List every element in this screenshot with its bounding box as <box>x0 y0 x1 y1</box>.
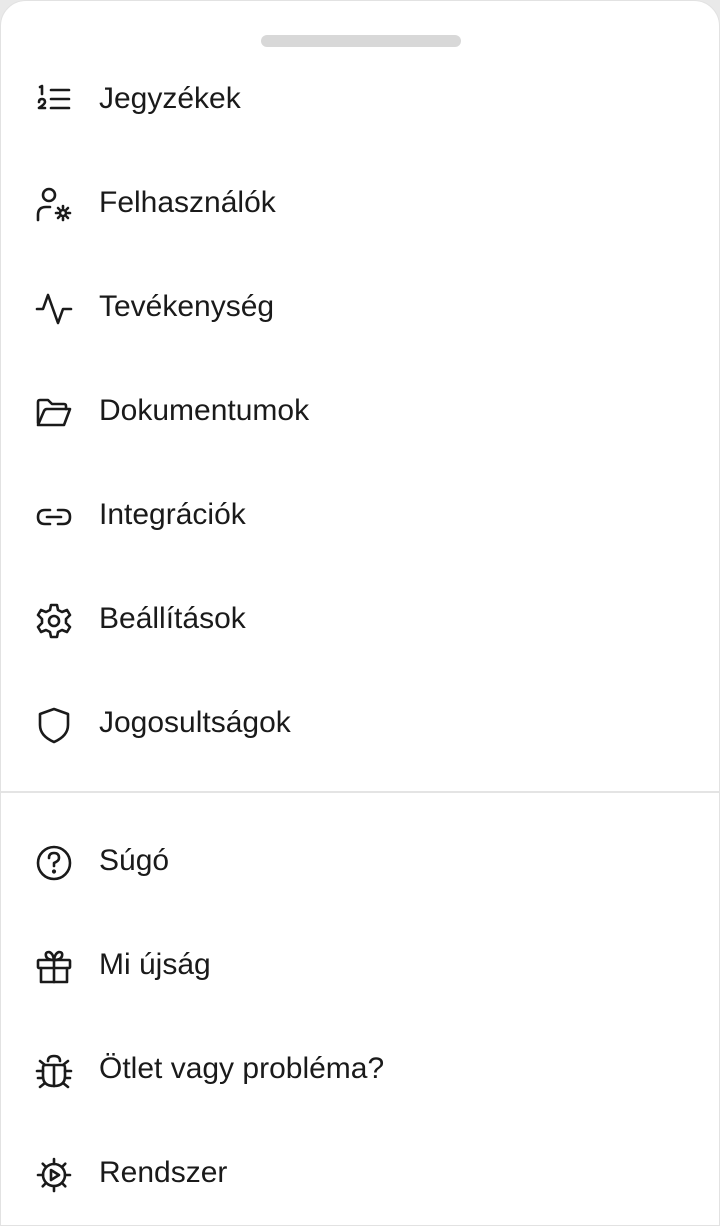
menu-item-label: Rendszer <box>99 1156 228 1189</box>
menu-item-tevekenyseg[interactable]: Tevékenység <box>1 255 719 359</box>
menu-item-mi-ujsag[interactable]: Mi újság <box>1 913 719 1017</box>
help-circle-icon <box>34 843 74 883</box>
numbered-list-icon <box>34 81 74 121</box>
menu-item-label: Jegyzékek <box>99 82 241 115</box>
menu-item-sugo[interactable]: Súgó <box>1 809 719 913</box>
menu-item-rendszer[interactable]: Rendszer <box>1 1121 719 1225</box>
menu-item-label: Mi újság <box>99 948 211 981</box>
menu-item-label: Beállítások <box>99 602 246 635</box>
menu-item-label: Ötlet vagy probléma? <box>99 1052 385 1085</box>
folder-open-icon <box>34 393 74 433</box>
gift-icon <box>34 947 74 987</box>
bottom-sheet-menu: Jegyzékek Felhasználók Tevékenység Dokum… <box>0 0 720 1226</box>
shield-icon <box>34 705 74 745</box>
menu-item-label: Súgó <box>99 844 170 877</box>
menu-item-jegyzekek[interactable]: Jegyzékek <box>1 47 719 151</box>
menu-item-integraciok[interactable]: Integrációk <box>1 463 719 567</box>
menu-item-beallitasok[interactable]: Beállítások <box>1 567 719 671</box>
link-icon <box>34 497 74 537</box>
menu-item-otlet-vagy-problema[interactable]: Ötlet vagy probléma? <box>1 1017 719 1121</box>
menu-item-dokumentumok[interactable]: Dokumentumok <box>1 359 719 463</box>
menu-item-jogosultsagok[interactable]: Jogosultságok <box>1 671 719 775</box>
activity-icon <box>34 289 74 329</box>
menu-divider <box>1 791 719 793</box>
menu-item-label: Integrációk <box>99 498 246 531</box>
user-settings-icon <box>34 185 74 225</box>
menu-item-label: Tevékenység <box>99 290 275 323</box>
menu-item-label: Jogosultságok <box>99 706 291 739</box>
menu-item-label: Felhasználók <box>99 186 276 219</box>
menu-item-felhasznalok[interactable]: Felhasználók <box>1 151 719 255</box>
system-gear-icon <box>34 1155 74 1195</box>
drag-handle[interactable] <box>261 35 461 47</box>
menu-item-label: Dokumentumok <box>99 394 310 427</box>
gear-icon <box>34 601 74 641</box>
bug-icon <box>34 1051 74 1091</box>
